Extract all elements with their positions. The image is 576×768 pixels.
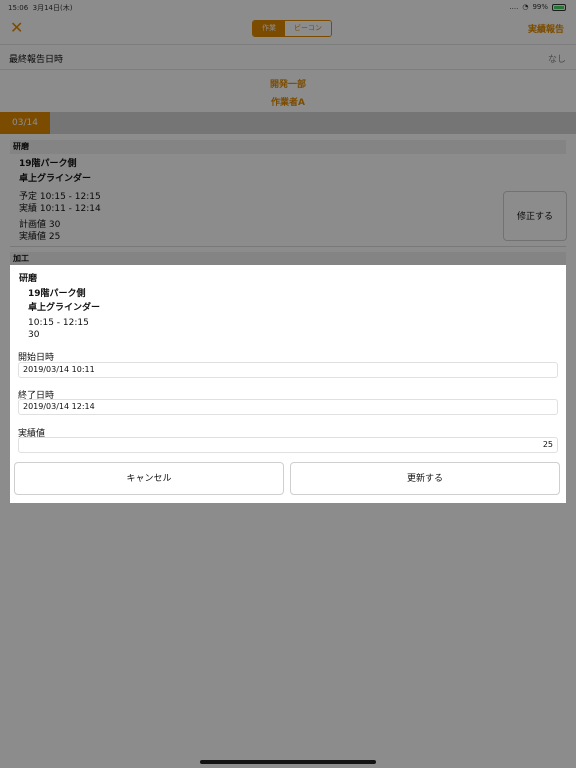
update-button[interactable]: 更新する [290,462,560,495]
modal-time: 10:15 - 12:15 [28,318,89,328]
end-datetime-field[interactable]: 2019/03/14 12:14 [18,399,558,415]
edit-modal: 研磨 19階パーク側 卓上グラインダー 10:15 - 12:15 30 開始日… [10,265,566,503]
home-indicator [200,760,376,764]
modal-tool: 卓上グラインダー [28,303,101,313]
modal-value: 30 [28,330,40,340]
actual-value-field[interactable]: 25 [18,437,558,453]
modal-section: 研磨 [19,274,38,284]
cancel-button[interactable]: キャンセル [14,462,284,495]
modal-location: 19階パーク側 [28,289,86,299]
start-datetime-field[interactable]: 2019/03/14 10:11 [18,362,558,378]
